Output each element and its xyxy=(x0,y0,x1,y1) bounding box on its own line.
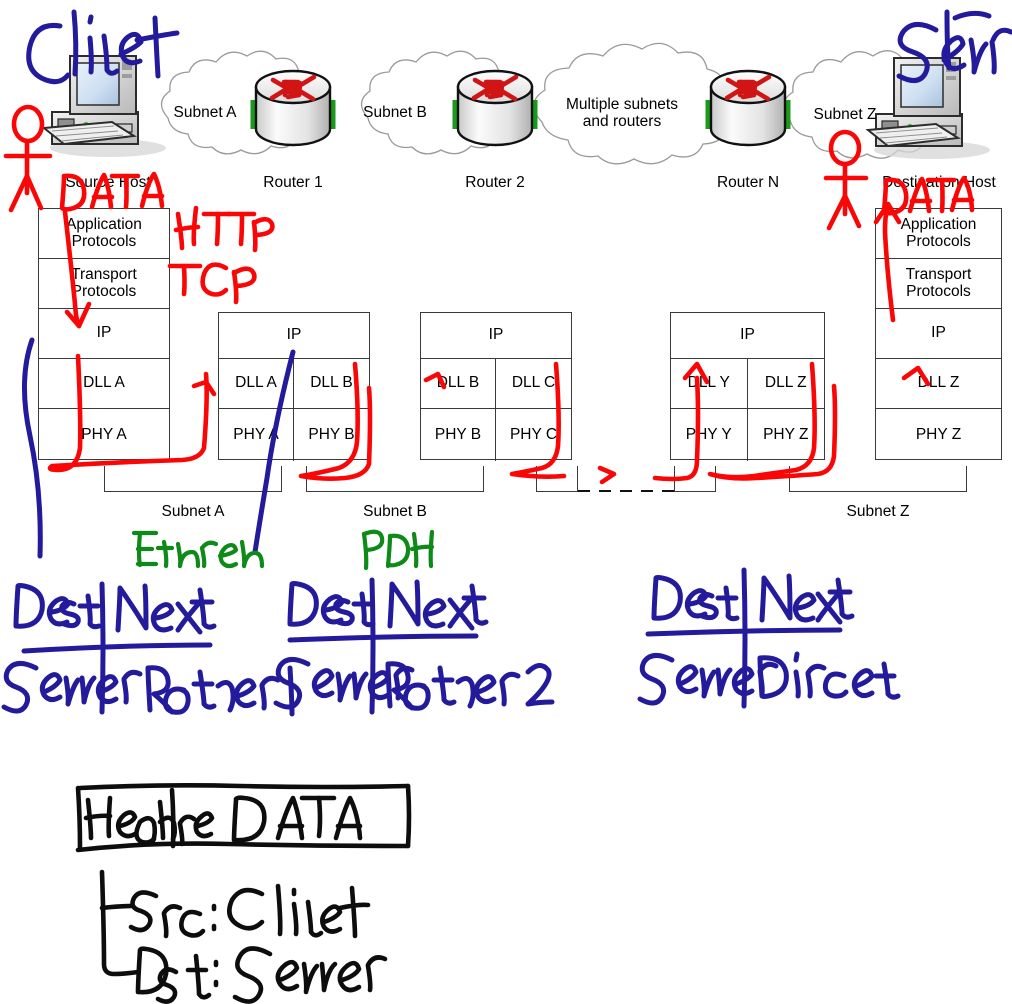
diagram-canvas: Subnet A Subnet B Multiple subnets and r… xyxy=(0,0,1012,1004)
annotation-path-router-n-to-destination xyxy=(707,361,931,481)
annotation-pdh-text xyxy=(361,529,435,571)
annotation-client-text xyxy=(26,9,180,85)
annotation-path-router1-to-subnet-b xyxy=(298,361,447,481)
routing-table-3-ink xyxy=(637,567,901,709)
annotation-server-text xyxy=(896,9,1012,83)
annotation-leader-table-2 xyxy=(252,349,296,555)
handwritten-annotation-layer xyxy=(1,9,1012,1004)
annotation-http-text xyxy=(173,205,275,253)
annotation-data-right-text xyxy=(881,175,975,216)
packet-field-bracket xyxy=(99,869,141,977)
annotation-path-into-router-n xyxy=(652,361,710,482)
annotation-path-destination-up xyxy=(873,201,902,323)
annotation-leader-table-1 xyxy=(22,337,43,559)
annotation-stick-figure-server xyxy=(823,129,869,231)
annotation-stick-figure-client xyxy=(3,104,53,213)
annotation-data-left-text xyxy=(59,171,165,212)
packet-src-field-ink xyxy=(128,883,371,939)
annotation-path-source-to-subnet-a xyxy=(47,353,217,473)
annotation-path-source-down xyxy=(62,209,92,329)
packet-box-ink xyxy=(75,783,412,853)
annotation-path-router2-onward xyxy=(509,361,617,485)
routing-table-1-ink xyxy=(1,581,295,717)
annotation-ethernet-text xyxy=(131,530,265,569)
annotation-tcp-text xyxy=(167,262,257,305)
packet-dst-field-ink xyxy=(135,946,388,1004)
routing-table-2-ink xyxy=(273,577,555,715)
